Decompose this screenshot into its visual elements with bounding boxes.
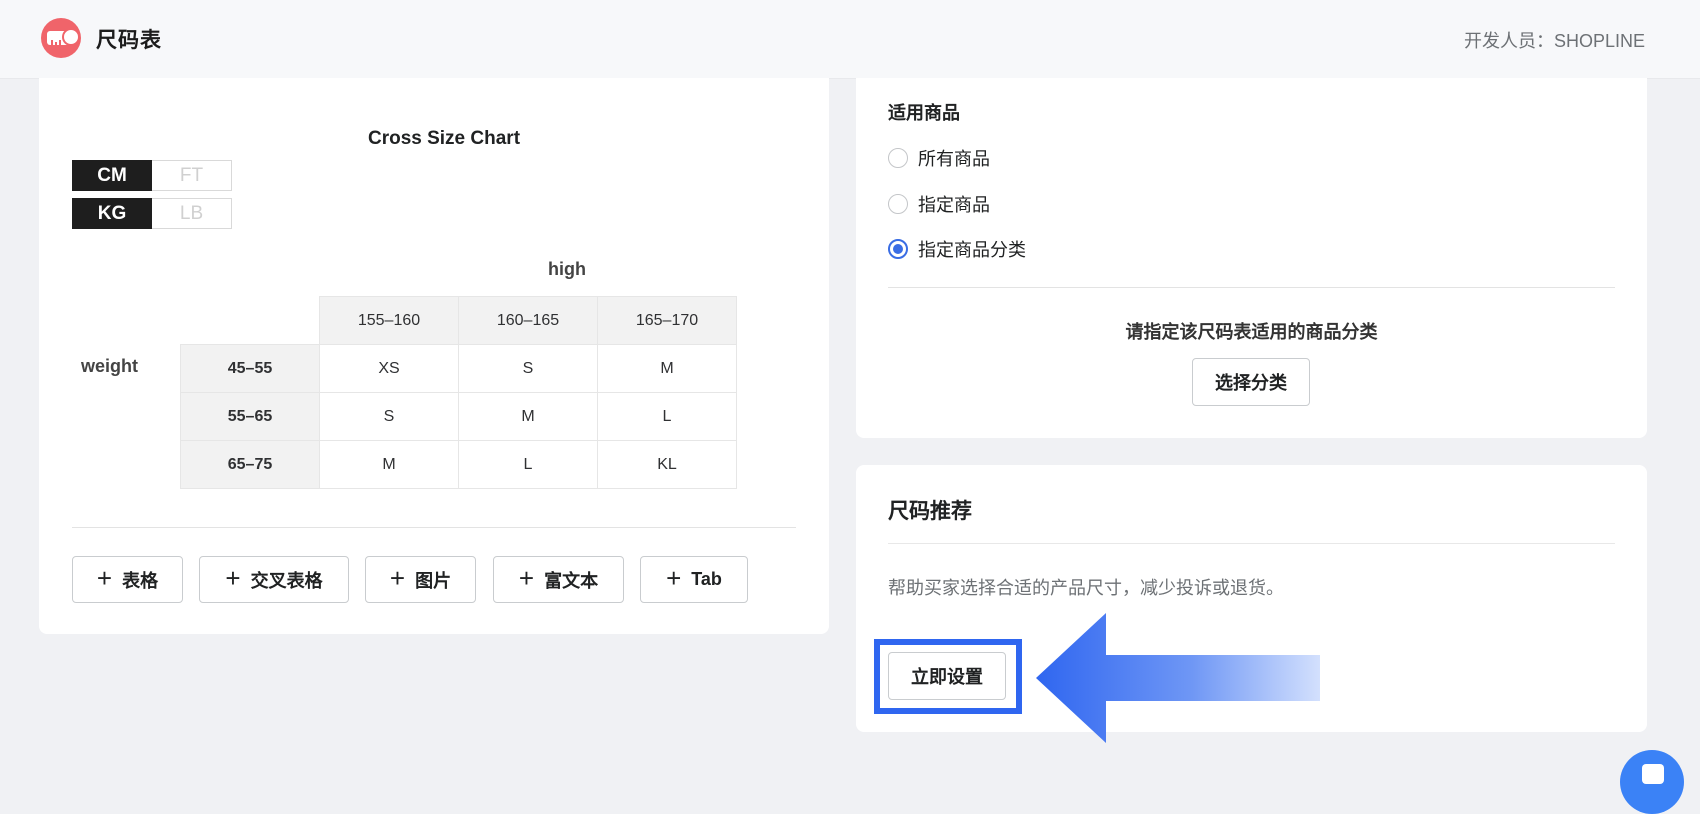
button-label: 图片 bbox=[415, 570, 452, 591]
table-cell[interactable]: L bbox=[458, 440, 598, 489]
divider bbox=[72, 527, 796, 528]
button-label: 交叉表格 bbox=[250, 570, 323, 591]
table-cell[interactable]: L bbox=[597, 392, 737, 441]
radio-button[interactable] bbox=[888, 148, 908, 168]
radio-button[interactable] bbox=[888, 194, 908, 214]
add-cross-table-button[interactable]: + 交叉表格 bbox=[199, 556, 349, 603]
applicable-products-card: 适用商品 所有商品 指定商品 指定商品分类 请指定该尺码表适用的商品分类 选择分… bbox=[856, 78, 1647, 438]
recommendation-description: 帮助买家选择合适的产品尺寸，减少投诉或退货。 bbox=[888, 578, 1284, 598]
radio-specific-categories[interactable]: 指定商品分类 bbox=[888, 236, 1026, 262]
unit-ft-button[interactable]: FT bbox=[152, 160, 232, 191]
table-cell[interactable]: S bbox=[319, 392, 459, 441]
unit-cm-button[interactable]: CM bbox=[72, 160, 152, 191]
plus-icon: + bbox=[518, 563, 535, 593]
divider bbox=[888, 287, 1615, 288]
radio-label: 指定商品分类 bbox=[918, 240, 1026, 260]
table-header-row: 155–160 160–165 165–170 bbox=[181, 296, 737, 345]
table-cell[interactable]: M bbox=[319, 440, 459, 489]
radio-specific-products[interactable]: 指定商品 bbox=[888, 191, 990, 217]
radio-button-selected[interactable] bbox=[888, 239, 908, 259]
size-chart-card: Cross Size Chart CM FT KG LB high weight… bbox=[39, 78, 829, 634]
applicable-products-label: 适用商品 bbox=[888, 103, 960, 123]
add-table-button[interactable]: + 表格 bbox=[72, 556, 183, 603]
arrow-left-icon bbox=[1036, 613, 1320, 743]
row-axis-label: weight bbox=[81, 356, 138, 376]
table-cell[interactable]: KL bbox=[597, 440, 737, 489]
table-cell[interactable]: S bbox=[458, 344, 598, 393]
radio-all-products[interactable]: 所有商品 bbox=[888, 145, 990, 171]
weight-unit-toggle: KG LB bbox=[72, 198, 232, 229]
select-category-button[interactable]: 选择分类 bbox=[1192, 358, 1310, 406]
app-title: 尺码表 bbox=[96, 29, 162, 52]
column-header[interactable]: 155–160 bbox=[319, 296, 459, 345]
plus-icon: + bbox=[666, 563, 682, 593]
chat-icon[interactable] bbox=[1620, 750, 1684, 814]
plus-icon: + bbox=[389, 563, 406, 593]
table-cell[interactable]: XS bbox=[319, 344, 459, 393]
developer-label: 开发人员：SHOPLINE bbox=[1463, 31, 1645, 51]
column-header[interactable]: 165–170 bbox=[597, 296, 737, 345]
length-unit-toggle: CM FT bbox=[72, 160, 232, 191]
table-row: 65–75 M L KL bbox=[180, 440, 737, 489]
radio-label: 所有商品 bbox=[918, 149, 990, 169]
button-label: 富文本 bbox=[544, 570, 599, 591]
category-prompt: 请指定该尺码表适用的商品分类 bbox=[1125, 322, 1378, 342]
chart-title: Cross Size Chart bbox=[367, 128, 521, 149]
column-axis-label: high bbox=[548, 259, 586, 279]
column-header[interactable]: 160–165 bbox=[458, 296, 598, 345]
table-cell[interactable]: M bbox=[597, 344, 737, 393]
divider bbox=[888, 543, 1615, 544]
add-tab-button[interactable]: + Tab bbox=[640, 556, 748, 603]
add-image-button[interactable]: + 图片 bbox=[365, 556, 476, 603]
table-corner bbox=[181, 297, 320, 345]
table-row: 45–55 XS S M bbox=[180, 344, 737, 393]
unit-kg-button[interactable]: KG bbox=[72, 198, 152, 229]
add-rich-text-button[interactable]: + 富文本 bbox=[493, 556, 624, 603]
button-label: Tab bbox=[691, 569, 722, 589]
radio-label: 指定商品 bbox=[918, 195, 990, 215]
row-header[interactable]: 65–75 bbox=[180, 440, 320, 489]
table-row: 55–65 S M L bbox=[180, 392, 737, 441]
plus-icon: + bbox=[225, 563, 241, 593]
row-header[interactable]: 45–55 bbox=[180, 344, 320, 393]
table-cell[interactable]: M bbox=[458, 392, 598, 441]
button-label: 表格 bbox=[122, 570, 159, 591]
unit-lb-button[interactable]: LB bbox=[152, 198, 232, 229]
recommendation-title: 尺码推荐 bbox=[888, 500, 972, 523]
highlight-box bbox=[874, 639, 1022, 714]
cross-size-table: 155–160 160–165 165–170 45–55 XS S M 55–… bbox=[180, 296, 737, 489]
app-header: 尺码表 开发人员：SHOPLINE bbox=[0, 0, 1700, 79]
measuring-tape-icon bbox=[41, 18, 81, 58]
row-header[interactable]: 55–65 bbox=[180, 392, 320, 441]
plus-icon: + bbox=[96, 563, 113, 593]
